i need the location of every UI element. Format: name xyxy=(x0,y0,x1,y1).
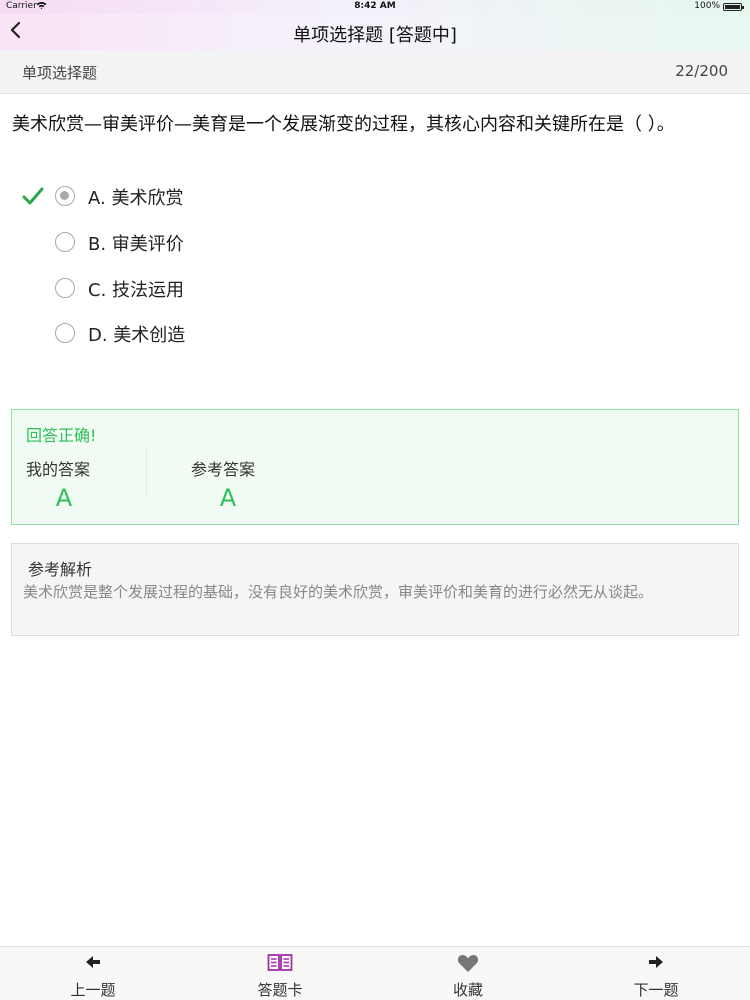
tab-label: 下一题 xyxy=(633,981,679,999)
option-label: D. 美术创造 xyxy=(88,325,186,346)
open-book-icon xyxy=(225,953,335,975)
answer-result-panel: 回答正确! 我的答案 A 参考答案 A xyxy=(11,409,739,525)
tab-label: 上一题 xyxy=(70,981,116,999)
status-bar: Carrier 8:42 AM 100% xyxy=(0,0,750,14)
my-answer-value: A xyxy=(55,484,73,512)
option-label: B. 审美评价 xyxy=(88,234,184,255)
tab-label: 收藏 xyxy=(452,981,483,999)
battery-percent: 100% xyxy=(694,1,720,11)
result-status: 回答正确! xyxy=(26,426,97,445)
answer-card-button[interactable]: 答题卡 xyxy=(225,947,335,1000)
analysis-heading: 参考解析 xyxy=(28,560,93,579)
navigation-bar: 单项选择题 [答题中] xyxy=(0,14,750,50)
option-d[interactable]: D. 美术创造 xyxy=(0,314,750,354)
option-b[interactable]: B. 审美评价 xyxy=(0,223,750,263)
clock: 8:42 AM xyxy=(354,1,396,11)
arrow-right-icon xyxy=(601,953,711,975)
radio-button[interactable] xyxy=(55,323,75,343)
question-text: 美术欣赏—审美评价—美育是一个发展渐变的过程，其核心内容和关键所在是（ ）。 xyxy=(12,114,675,135)
radio-button[interactable] xyxy=(55,232,75,252)
option-a[interactable]: A. 美术欣赏 xyxy=(0,177,750,217)
question-type-label: 单项选择题 xyxy=(22,64,98,82)
heart-icon xyxy=(413,953,523,975)
next-question-button[interactable]: 下一题 xyxy=(601,947,711,1000)
battery-icon xyxy=(723,3,744,11)
page-title: 单项选择题 [答题中] xyxy=(293,25,457,46)
option-label: C. 技法运用 xyxy=(88,280,185,301)
favorite-button[interactable]: 收藏 xyxy=(413,947,523,1000)
checkmark-icon xyxy=(20,183,46,209)
arrow-left-icon xyxy=(38,953,148,975)
analysis-panel: 参考解析 美术欣赏是整个发展过程的基础，没有良好的美术欣赏，审美评价和美育的进行… xyxy=(11,543,739,636)
previous-question-button[interactable]: 上一题 xyxy=(38,947,148,1000)
analysis-body: 美术欣赏是整个发展过程的基础，没有良好的美术欣赏，审美评价和美育的进行必然无从谈… xyxy=(23,583,654,601)
radio-button[interactable] xyxy=(55,278,75,298)
radio-button[interactable] xyxy=(55,186,75,206)
question-progress: 22/200 xyxy=(675,62,728,80)
tab-label: 答题卡 xyxy=(257,981,303,999)
option-label: A. 美术欣赏 xyxy=(88,188,184,209)
option-c[interactable]: C. 技法运用 xyxy=(0,269,750,309)
divider xyxy=(146,450,147,494)
bottom-toolbar: 上一题 答题卡 收藏 下一题 xyxy=(0,946,750,1000)
reference-answer-label: 参考答案 xyxy=(191,460,256,479)
reference-answer-value: A xyxy=(219,484,237,512)
my-answer-label: 我的答案 xyxy=(26,460,91,479)
question-header: 单项选择题 22/200 xyxy=(0,50,750,94)
